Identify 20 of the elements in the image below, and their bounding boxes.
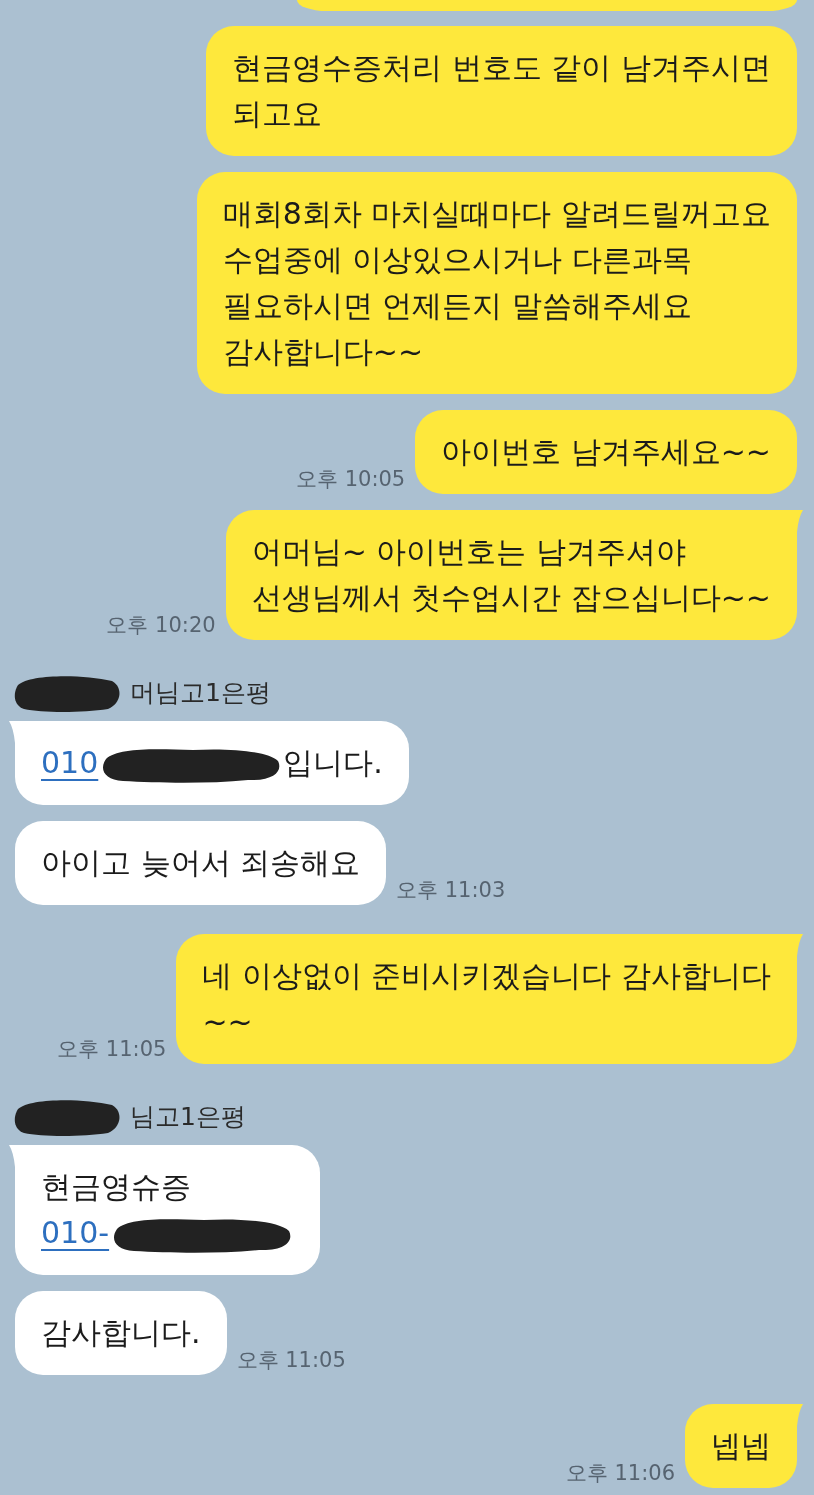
message-bubble: 감사합니다.	[15, 1291, 227, 1375]
message-bubble: 넵넵	[685, 1404, 797, 1488]
message-bubble: 현금영수증처리 번호도 같이 남겨주시면 되고요	[206, 26, 797, 156]
timestamp: 오후 11:05	[57, 1039, 167, 1060]
message-bubble: 매회8회차 마치실때마다 알려드릴꺼고요 수업중에 이상있으시거나 다른과목 필요하시면 언제든지 말씀해주세요 감사합니다~~	[196, 172, 797, 394]
timestamp: 오후 10:05	[296, 469, 406, 490]
timestamp: 오후 11:06	[565, 1463, 675, 1484]
message-text: 현금영슈증	[41, 1169, 191, 1204]
sender-name: 님고1은평	[130, 1102, 246, 1132]
message-bubble: 아이번호 남겨주세요~~	[415, 410, 797, 494]
message-bubble: 어머님~ 아이번호는 남겨주셔야 선생님께서 첫수업시간 잡으십니다~~	[225, 510, 797, 640]
timestamp: 오후 11:05	[236, 1350, 346, 1371]
timestamp: 오후 11:03	[396, 880, 506, 901]
timestamp: 오후 10:20	[106, 615, 216, 636]
message-text: 입니다.	[283, 745, 383, 780]
message-bubble: 아이고 늦어서 죄송해요	[15, 821, 387, 905]
phone-link[interactable]: 010-	[41, 1215, 110, 1250]
phone-link[interactable]: 010	[41, 745, 99, 780]
sender-name: 머님고1은평	[130, 678, 271, 708]
message-bubble: 네 이상없이 준비시키겠습니다 감사합니다 ~~	[176, 934, 797, 1064]
